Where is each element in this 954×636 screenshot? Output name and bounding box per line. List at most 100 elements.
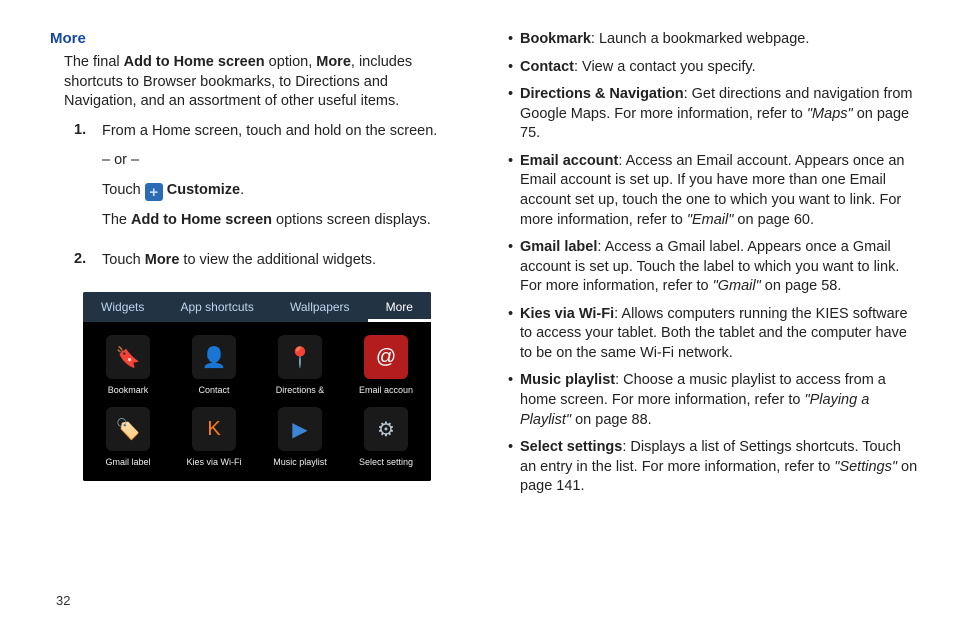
step-2: 2. Touch More to view the additional wid… [74, 251, 464, 281]
bullet-music-playlist: •Music playlist: Choose a music playlist… [508, 371, 918, 430]
app-kies-via-wi-fi[interactable]: KKies via Wi-Fi [171, 401, 257, 473]
text: : [597, 239, 604, 255]
app-icon: 👤 [192, 335, 236, 379]
section-heading: More [50, 30, 464, 47]
text: Touch [102, 182, 145, 198]
app-icon: 🔖 [106, 335, 150, 379]
customize-plus-icon: + [145, 183, 163, 201]
reference: "Settings" [834, 459, 897, 475]
term-more: More [316, 54, 351, 70]
bullet-select-settings: •Select settings: Displays a list of Set… [508, 438, 918, 497]
bullet-text: Bookmark: Launch a bookmarked webpage. [520, 30, 918, 50]
text: : [615, 372, 623, 388]
right-column: •Bookmark: Launch a bookmarked webpage.•… [504, 30, 918, 505]
bullet-dot: • [508, 152, 520, 230]
text: Launch a bookmarked webpage. [599, 31, 809, 47]
bullet-contact: •Contact: View a contact you specify. [508, 58, 918, 78]
text: Touch [102, 252, 145, 268]
app-label: Email accoun [359, 385, 413, 395]
tab-app-shortcuts[interactable]: App shortcuts [162, 292, 271, 322]
text: on page 60. [733, 212, 814, 228]
bullet-text: Email account: Access an Email account. … [520, 152, 918, 230]
app-bookmark[interactable]: 🔖 Bookmark [85, 329, 171, 401]
bullet-dot: • [508, 438, 520, 497]
app-music-playlist[interactable]: ▶ Music playlist [257, 401, 343, 473]
step-line: Touch More to view the additional widget… [102, 251, 464, 271]
bullet-dot: • [508, 371, 520, 430]
step-touch: Touch + Customize. [102, 181, 464, 202]
bullet-bookmark: •Bookmark: Launch a bookmarked webpage. [508, 30, 918, 50]
left-column: More The final Add to Home screen option… [50, 30, 464, 505]
bullet-text: Kies via Wi-Fi: Allows computers running… [520, 305, 918, 364]
app-icon: 📍 [278, 335, 322, 379]
tab-more[interactable]: More [368, 292, 431, 322]
tab-widgets[interactable]: Widgets [83, 292, 162, 322]
app-label: Bookmark [108, 385, 149, 395]
bullet-dot: • [508, 58, 520, 78]
bullet-text: Select settings: Displays a list of Sett… [520, 438, 918, 497]
reference: "Email" [687, 212, 734, 228]
app-label: Gmail label [105, 457, 150, 467]
bullet-term: Music playlist [520, 372, 615, 388]
tab-wallpapers[interactable]: Wallpapers [272, 292, 368, 322]
app-label: Directions & [276, 385, 325, 395]
text: : [591, 31, 599, 47]
app-label: Kies via Wi-Fi [186, 457, 241, 467]
app-icon: @ [364, 335, 408, 379]
app-gmail-label[interactable]: 🏷️ Gmail label [85, 401, 171, 473]
bullet-text: Contact: View a contact you specify. [520, 58, 918, 78]
intro-paragraph: The final Add to Home screen option, Mor… [64, 53, 464, 112]
app-icon: ▶ [278, 407, 322, 451]
step-or: – or – [102, 151, 464, 171]
text: option, [265, 54, 317, 70]
bullet-kies-via-wi-fi: •Kies via Wi-Fi: Allows computers runnin… [508, 305, 918, 364]
text: The [102, 212, 131, 228]
bullet-dot: • [508, 238, 520, 297]
app-label: Music playlist [273, 457, 327, 467]
customize-label: Customize [167, 182, 240, 198]
term-add-to-home: Add to Home screen [131, 212, 272, 228]
app-label: Select setting [359, 457, 413, 467]
reference: "Maps" [807, 106, 853, 122]
text: : [618, 153, 625, 169]
bullet-term: Kies via Wi-Fi [520, 306, 614, 322]
bullet-term: Gmail label [520, 239, 597, 255]
app-grid: 🔖 Bookmark 👤 Contact 📍 Directions & @ Email ac… [83, 323, 431, 481]
app-email-accoun[interactable]: @ Email accoun [343, 329, 429, 401]
app-select-setting[interactable]: ⚙ Select setting [343, 401, 429, 473]
text: to view the additional widgets. [179, 252, 376, 268]
bullet-term: Select settings [520, 439, 622, 455]
screenshot-panel: Widgets App shortcuts Wallpapers More 🔖 B… [83, 292, 431, 481]
page-number: 32 [56, 593, 70, 608]
bullet-gmail-label: •Gmail label: Access a Gmail label. Appe… [508, 238, 918, 297]
reference: "Gmail" [713, 278, 761, 294]
bullet-term: Contact [520, 59, 574, 75]
step-body: From a Home screen, touch and hold on th… [102, 122, 464, 241]
bullet-text: Directions & Navigation: Get directions … [520, 85, 918, 144]
bullet-directions-navigation: •Directions & Navigation: Get directions… [508, 85, 918, 144]
bullet-text: Gmail label: Access a Gmail label. Appea… [520, 238, 918, 297]
step-1: 1. From a Home screen, touch and hold on… [74, 122, 464, 241]
text: on page 58. [761, 278, 842, 294]
step-result: The Add to Home screen options screen di… [102, 211, 464, 231]
text: options screen displays. [272, 212, 431, 228]
bullet-dot: • [508, 30, 520, 50]
bullet-dot: • [508, 305, 520, 364]
text: The final [64, 54, 124, 70]
app-directions[interactable]: 📍 Directions & [257, 329, 343, 401]
bullet-term: Email account [520, 153, 618, 169]
panel-tabs: Widgets App shortcuts Wallpapers More [83, 292, 431, 323]
bullet-term: Directions & Navigation [520, 86, 684, 102]
app-icon: ⚙ [364, 407, 408, 451]
text: on page 88. [571, 412, 652, 428]
step-number: 1. [74, 122, 102, 241]
step-body: Touch More to view the additional widget… [102, 251, 464, 281]
app-icon: 🏷️ [106, 407, 150, 451]
bullet-text: Music playlist: Choose a music playlist … [520, 371, 918, 430]
term-more: More [145, 252, 180, 268]
text: . [240, 182, 244, 198]
app-label: Contact [198, 385, 229, 395]
page-content: More The final Add to Home screen option… [0, 0, 954, 505]
app-contact[interactable]: 👤 Contact [171, 329, 257, 401]
bullet-email-account: •Email account: Access an Email account.… [508, 152, 918, 230]
